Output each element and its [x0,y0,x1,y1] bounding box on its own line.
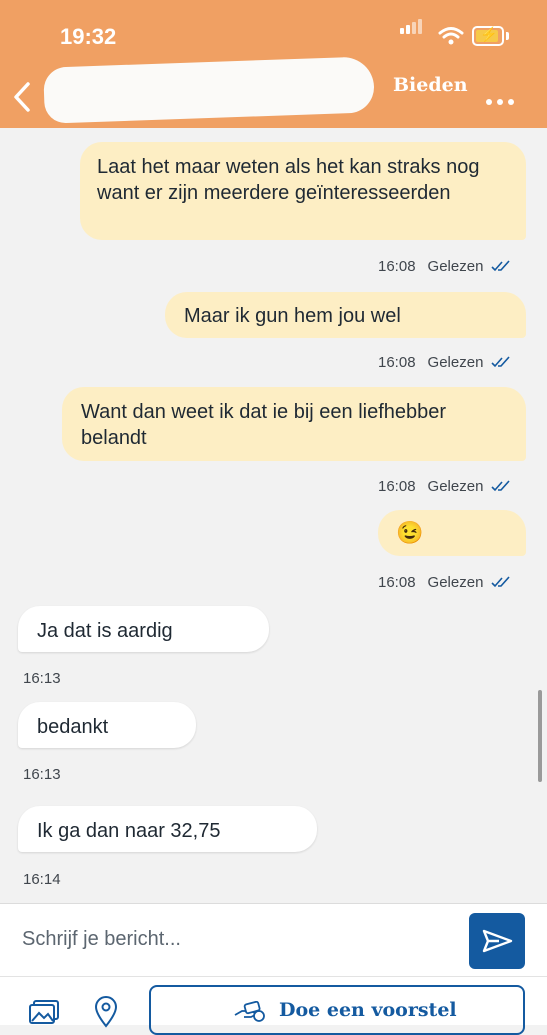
message-text: Maar ik gun hem jou wel [184,305,401,327]
photo-gallery-icon[interactable] [28,999,60,1025]
location-pin-icon[interactable] [94,996,118,1028]
double-check-icon [491,480,511,492]
redacted-contact-name [43,56,375,124]
message-text: bedankt [37,716,109,738]
message-text: 😉 [396,520,424,545]
message-time: 16:13 [23,766,61,783]
message-time: 16:08 [378,574,416,591]
top-bar: 19:32 ⚡ Bieden [0,0,547,128]
message-meta: 16:08 Gelezen [378,258,511,275]
make-offer-button[interactable]: Doe een voorstel [149,985,525,1035]
double-check-icon [491,576,511,588]
divider [0,976,547,977]
message-meta: 16:08 Gelezen [378,574,511,591]
message-bubble-incoming[interactable]: Ik ga dan naar 32,75 [18,806,317,852]
message-bubble-outgoing[interactable]: Laat het maar weten als het kan straks n… [80,142,526,240]
message-time: 16:14 [23,871,61,888]
read-status: Gelezen [427,354,484,371]
message-bubble-outgoing[interactable]: Maar ik gun hem jou wel [165,292,526,338]
read-status: Gelezen [427,478,484,495]
message-bubble-incoming[interactable]: Ja dat is aardig [18,606,269,652]
battery-cap [506,32,509,40]
message-meta: 16:08 Gelezen [378,354,511,371]
wifi-icon [438,27,464,45]
message-input[interactable]: Schrijf je bericht... [22,928,181,951]
offer-hand-icon [234,1001,265,1022]
send-icon [482,929,513,953]
message-text: Ik ga dan naar 32,75 [37,820,221,842]
message-text: Laat het maar weten als het kan straks n… [97,156,480,204]
make-offer-label: Doe een voorstel [279,999,457,1021]
message-time: 16:08 [378,354,416,371]
message-time: 16:13 [23,670,61,687]
message-meta: 16:08 Gelezen [378,478,511,495]
read-status: Gelezen [427,574,484,591]
read-status: Gelezen [427,258,484,275]
message-bubble-outgoing[interactable]: Want dan weet ik dat ie bij een liefhebb… [62,387,526,461]
message-bubble-outgoing[interactable]: 😉 [378,510,526,556]
battery-icon: ⚡ [472,26,504,46]
message-time: 16:08 [378,258,416,275]
more-options-icon[interactable] [486,92,519,110]
composer-bar: Schrijf je bericht... Doe een voorstel [0,903,547,1035]
message-text: Ja dat is aardig [37,620,173,642]
bieden-button[interactable]: Bieden [393,74,468,96]
scrollbar[interactable] [538,690,542,782]
back-arrow-icon[interactable] [10,80,34,114]
message-text: Want dan weet ik dat ie bij een liefhebb… [81,401,447,449]
message-bubble-incoming[interactable]: bedankt [18,702,196,748]
double-check-icon [491,260,511,272]
message-time: 16:08 [378,478,416,495]
status-time: 19:32 [60,24,117,49]
send-button[interactable] [469,913,525,969]
double-check-icon [491,356,511,368]
